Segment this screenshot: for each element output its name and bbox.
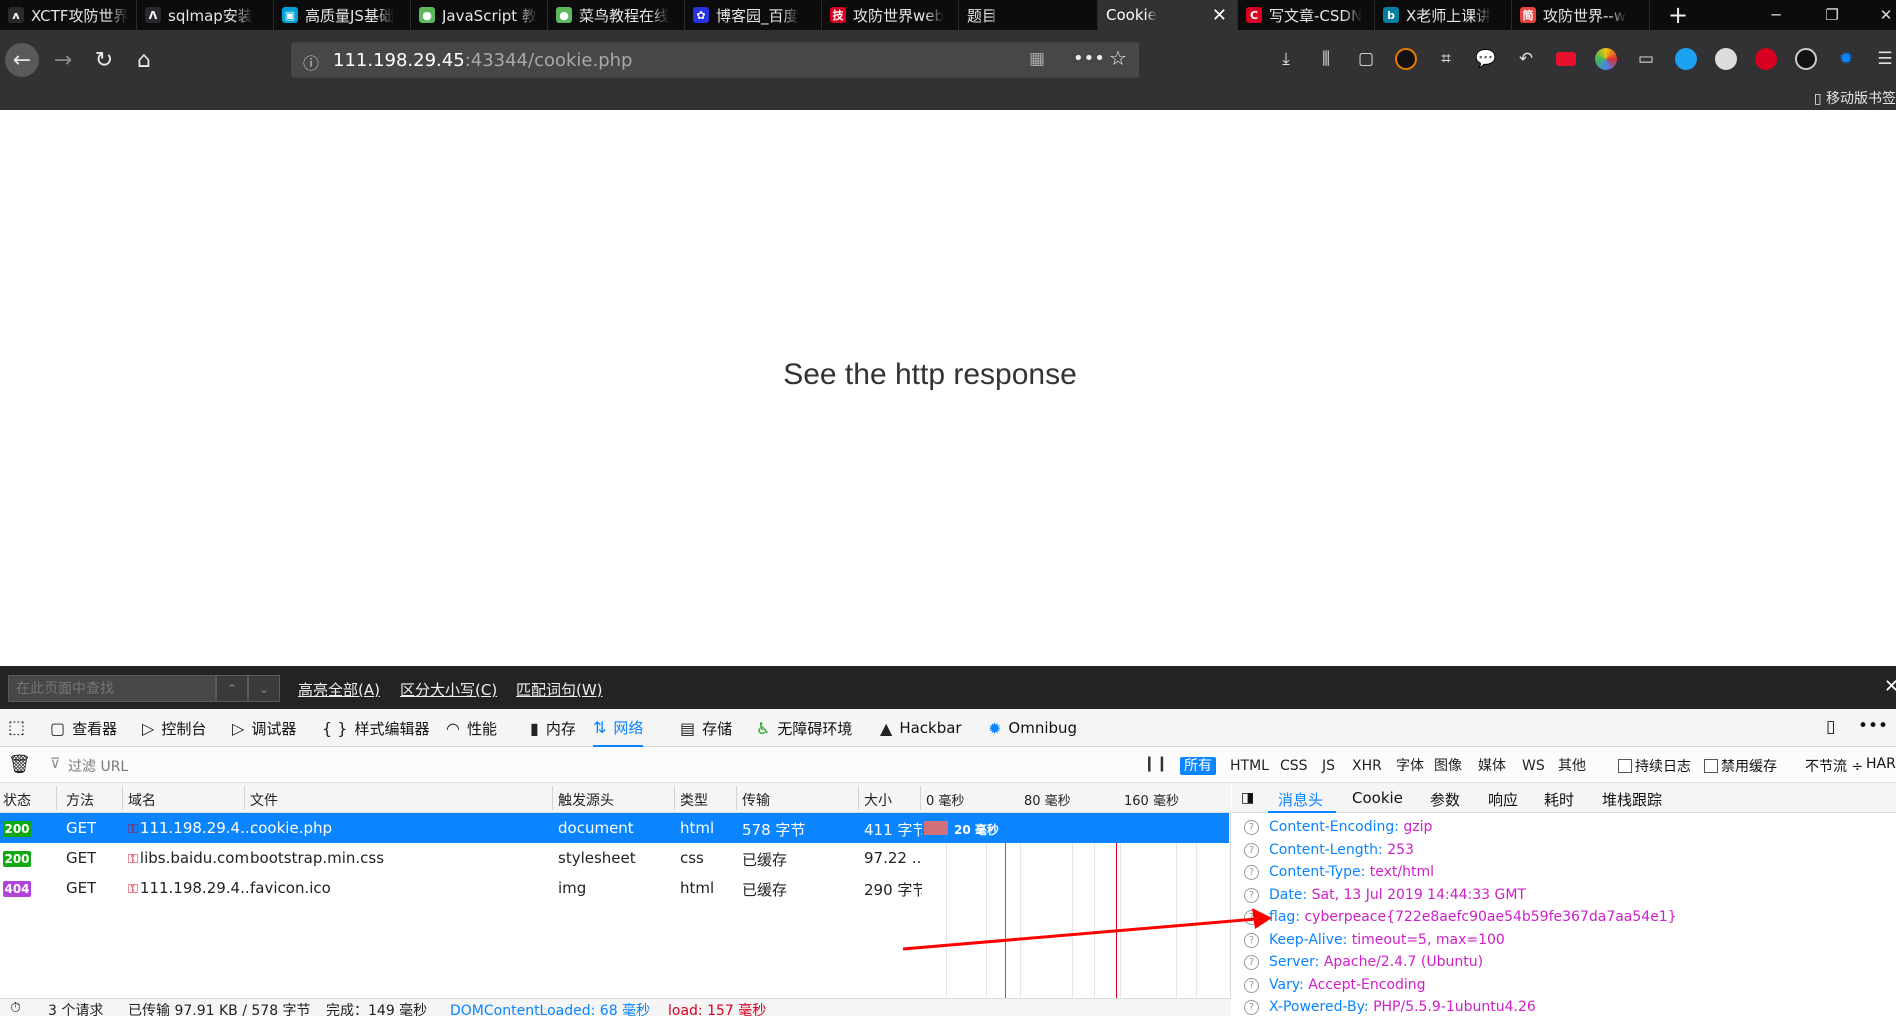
dcl-time: DOMContentLoaded: 68 毫秒 xyxy=(450,1003,651,1016)
network-status-bar: ⏱ 3 个请求 已传输 97.91 KB / 578 字节 完成：149 毫秒 … xyxy=(0,998,1231,1016)
transferred-total: 已传输 97.91 KB / 578 字节 xyxy=(128,1003,311,1016)
finish-time: 完成：149 毫秒 xyxy=(326,1003,428,1016)
annotation-arrow xyxy=(902,908,1272,951)
load-time: load: 157 毫秒 xyxy=(668,1003,767,1016)
requests-count: 3 个请求 xyxy=(48,1003,104,1016)
timer-icon: ⏱ xyxy=(10,1000,21,1016)
